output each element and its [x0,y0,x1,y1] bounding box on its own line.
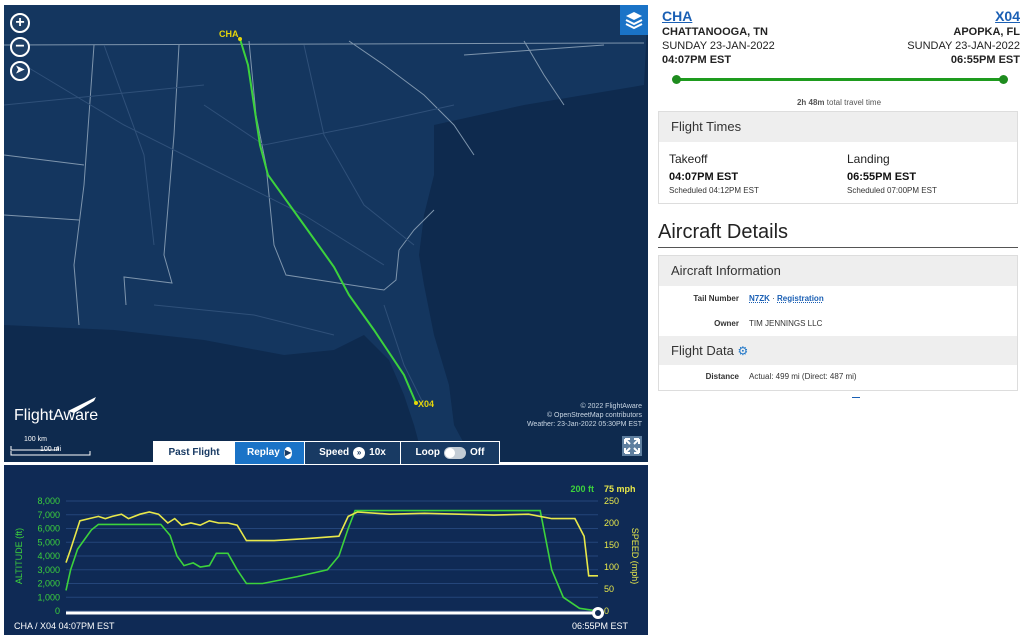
y-tick-label-right: 150 [604,540,619,550]
speed-value: 10x [369,447,386,458]
landing-label: Landing [847,152,890,166]
scroll-indicator [852,397,860,398]
y-tick-label-left: 6,000 [37,524,60,534]
flight-data-title: Flight Data [671,343,734,358]
flight-details-pane: CHA CHATTANOOGA, TN SUNDAY 23-JAN-2022 0… [658,0,1020,638]
flight-times-panel: Flight Times Takeoff 04:07PM EST Schedul… [658,111,1018,204]
flight-times-title: Flight Times [659,112,1017,142]
speed-button[interactable]: Speed » 10x [305,442,401,464]
destination-code-link[interactable]: X04 [995,8,1020,24]
right-top-label-speed: 75 mph [604,484,636,494]
tail-number-row: N7ZK · Registration [749,294,824,303]
y-tick-label-left: 2,000 [37,579,60,589]
loop-label: Loop [415,447,440,458]
toggle-switch-icon[interactable] [443,447,466,459]
landing-scheduled: Scheduled 07:00PM EST [847,186,937,195]
speed-label: Speed [319,447,350,458]
origin-city: CHATTANOOGA, TN [662,26,768,38]
aircraft-info-title: Aircraft Information [659,256,1017,286]
takeoff-block: Takeoff 04:07PM EST Scheduled 04:12PM ES… [669,152,759,195]
timeline-handle-inner [595,610,601,616]
right-top-label-altitude: 200 ft [570,484,594,494]
expand-icon[interactable] [622,436,642,456]
travel-time: 2h 48m total travel time [658,98,1020,107]
altitude-series-line [65,509,599,612]
takeoff-label: Takeoff [669,152,708,166]
takeoff-time: 04:07PM EST [669,171,739,183]
attribution-line: © OpenStreetMap contributors [546,412,642,419]
origin-airport-label[interactable]: CHA [219,29,239,39]
tail-number-link[interactable]: N7ZK [749,294,770,303]
distance-value: Actual: 499 mi (Direct: 487 mi) [749,372,857,381]
map-attribution: © 2022 FlightAware © OpenStreetMap contr… [527,402,642,429]
y-tick-label-right: 100 [604,562,619,572]
play-icon: ▶ [283,447,292,459]
scale-mi: 100 mi [40,446,62,453]
aircraft-info-panel: Aircraft Information Tail Number N7ZK · … [658,255,1018,391]
loop-value: Off [469,447,485,458]
origin-code-link[interactable]: CHA [662,8,692,24]
origin-time: 04:07PM EST [662,54,732,66]
y-tick-label-right: 250 [604,496,619,506]
loop-toggle[interactable]: Loop Off [401,442,499,464]
chart-canvas: 0 1,000 2,000 3,000 4,000 5,000 6,000 7,000 8,00… [14,484,640,631]
attribution-line: © 2022 FlightAware [580,403,642,410]
flightaware-logo: FlightAware [14,407,99,424]
replay-label: Replay [247,447,280,458]
landing-block: Landing 06:55PM EST Scheduled 07:00PM ES… [847,152,937,195]
distance-label: Distance [705,372,739,381]
divider [658,247,1018,248]
destination-city: APOPKA, FL [953,26,1020,38]
tail-number-label: Tail Number [693,294,739,303]
flight-map[interactable]: + − ➤ CHA X04 FlightAware © 2022 FlightA… [4,5,648,462]
destination-airport-label[interactable]: X04 [418,399,434,409]
landing-time: 06:55PM EST [847,171,917,183]
compass-icon[interactable]: ➤ [10,61,30,81]
past-flight-label: Past Flight [168,447,220,458]
y-tick-label-left: 7,000 [37,510,60,520]
replay-button[interactable]: Replay ▶ [235,442,305,464]
replay-controls: Past Flight Replay ▶ Speed » 10x Loop Of… [153,441,500,465]
y-tick-label-left: 3,000 [37,565,60,575]
tail-separator: · [772,294,775,303]
aircraft-details-heading: Aircraft Details [658,221,789,243]
registration-link[interactable]: Registration [777,294,824,303]
gear-icon[interactable]: ⚙ [738,344,749,358]
y-tick-label-right: 200 [604,518,619,528]
destination-dot [999,75,1008,84]
destination-time: 06:55PM EST [950,54,1020,66]
speed-series-line [65,511,598,577]
scale-km: 100 km [24,436,47,443]
attribution-line: Weather: 23-Jan-2022 05:30PM EST [526,421,642,428]
owner-value: TIM JENNINGS LLC [749,319,823,328]
origin-dot [672,75,681,84]
zoom-out-icon[interactable]: − [10,37,30,57]
map-canvas [4,5,648,462]
y-tick-label-left: 1,000 [37,592,60,602]
past-flight-tab[interactable]: Past Flight [154,442,235,464]
y-tick-label-right: 50 [604,584,614,594]
zoom-in-icon[interactable]: + [10,13,30,33]
y-axis-title-left: ALTITUDE (ft) [14,528,24,584]
y-tick-label-left: 5,000 [37,537,60,547]
y-tick-label-left: 0 [55,606,60,616]
layers-icon[interactable] [620,5,648,35]
fast-forward-icon: » [353,447,366,459]
y-axis-title-right: SPEED (mph) [630,528,640,585]
flight-data-header: Flight Data ⚙ [659,336,1017,365]
x-label-end: 06:55PM EST [572,621,629,631]
y-tick-label-right: 0 [604,606,609,616]
y-tick-label-left: 8,000 [37,496,60,506]
y-tick-label-left: 4,000 [37,551,60,561]
takeoff-scheduled: Scheduled 04:12PM EST [669,186,759,195]
origin-date: SUNDAY 23-JAN-2022 [662,40,775,52]
travel-duration: 2h 48m [796,98,825,107]
x-label-start: CHA / X04 04:07PM EST [14,621,115,631]
flight-progress-bar [676,78,1004,81]
altitude-speed-chart[interactable]: 0 1,000 2,000 3,000 4,000 5,000 6,000 7,000 8,00… [4,465,648,635]
owner-label: Owner [714,319,739,328]
travel-suffix: total travel time [826,98,882,107]
destination-date: SUNDAY 23-JAN-2022 [907,40,1020,52]
left-pane: + − ➤ CHA X04 FlightAware © 2022 FlightA… [0,0,652,638]
